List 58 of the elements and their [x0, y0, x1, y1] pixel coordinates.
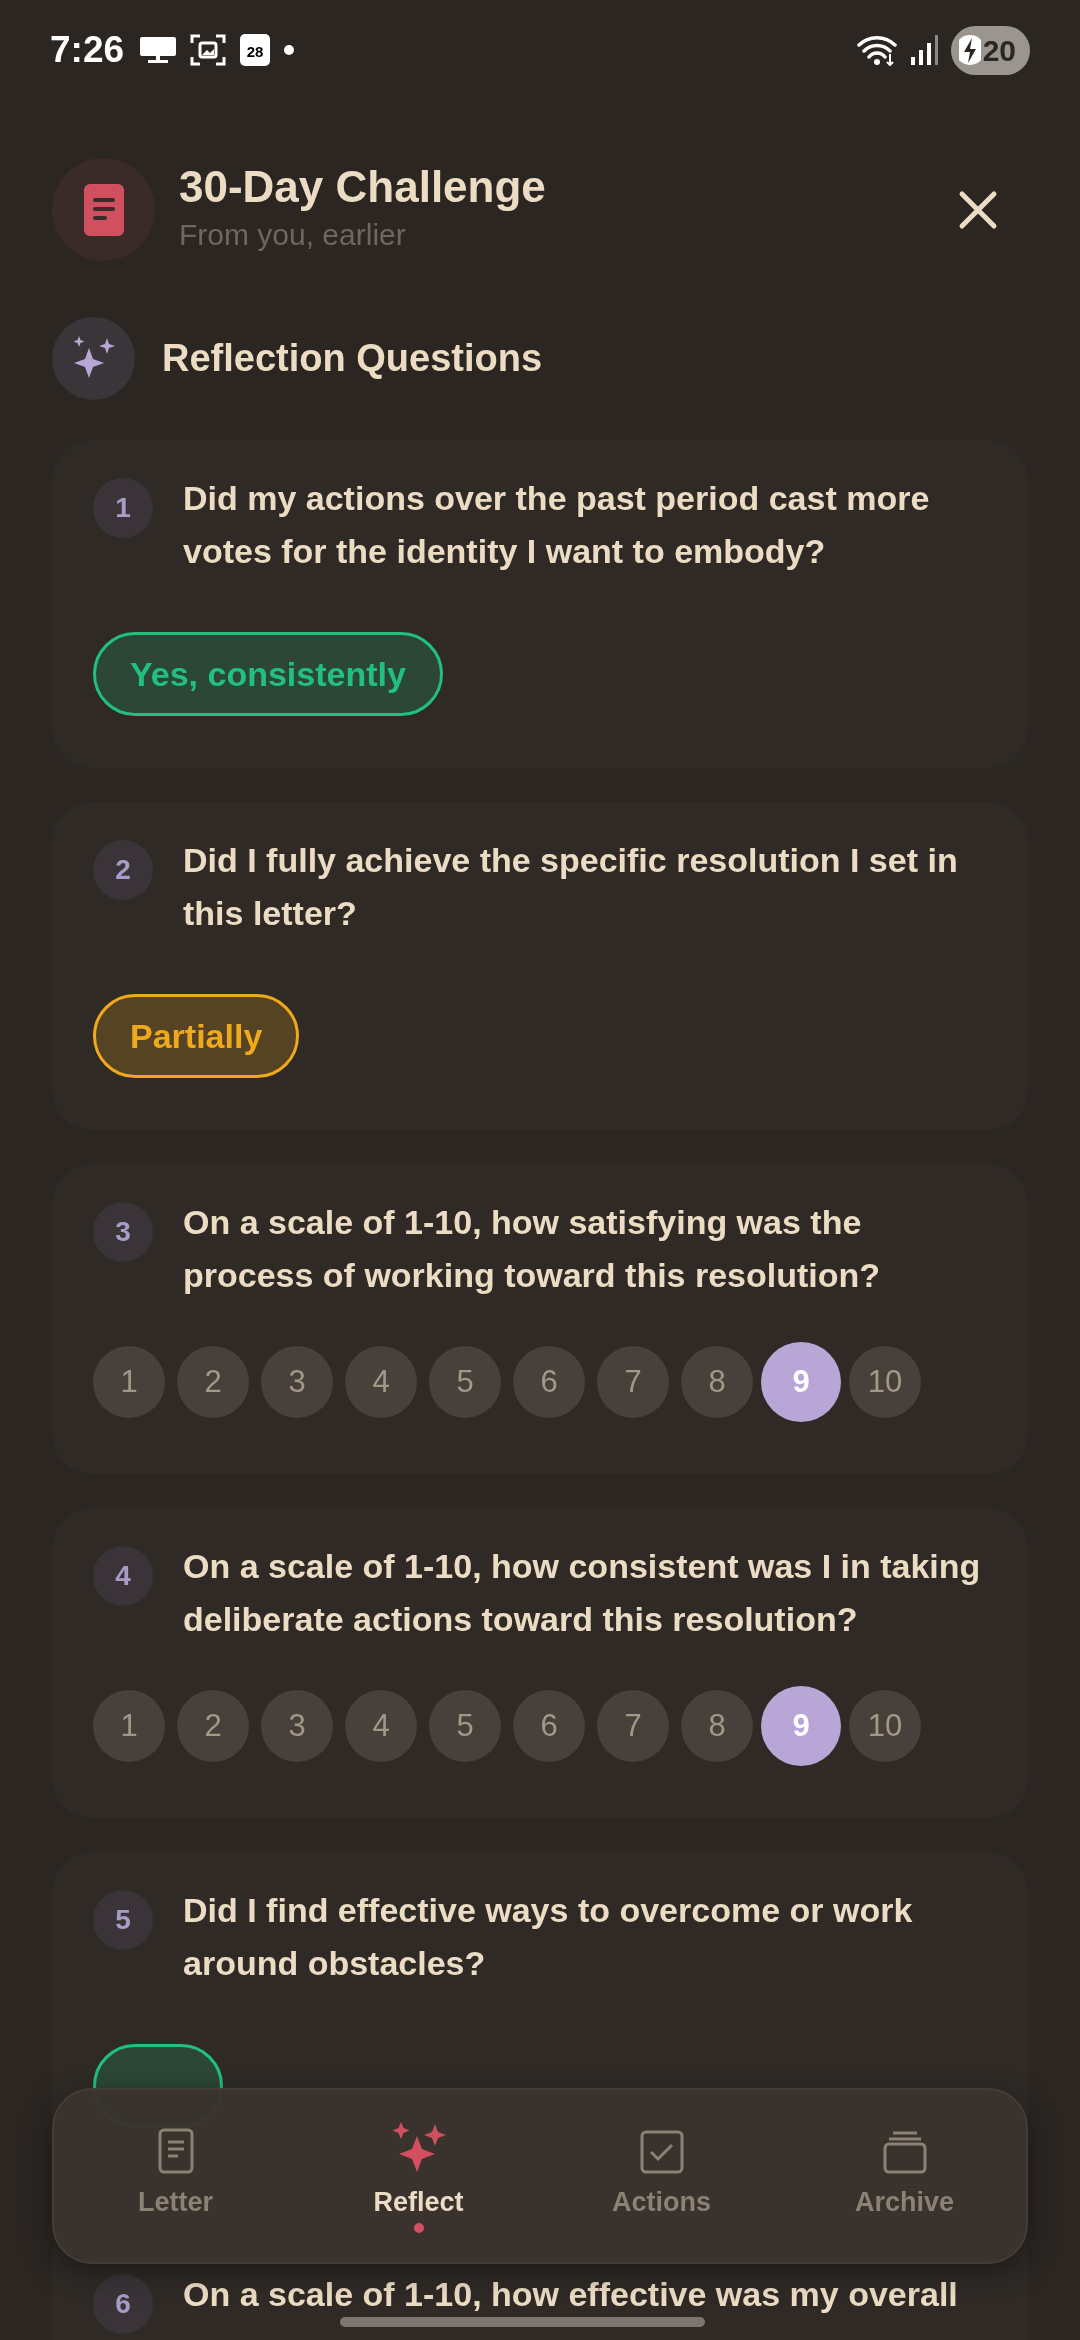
- screenshot-icon: [190, 33, 227, 67]
- question-number: 1: [93, 478, 153, 538]
- rating-option[interactable]: 7: [597, 1690, 669, 1762]
- nav-tab[interactable]: Actions: [540, 2090, 783, 2262]
- wifi-icon: [856, 34, 899, 66]
- section-title: Reflection Questions: [162, 336, 543, 381]
- signal-icon: [910, 35, 939, 65]
- rating-option[interactable]: 1: [93, 1346, 165, 1418]
- monitor-icon: [140, 35, 177, 65]
- question-number: 4: [93, 1546, 153, 1606]
- calendar-icon: 28: [240, 34, 271, 66]
- document-icon: [157, 2128, 194, 2174]
- answer-chip[interactable]: Partially: [93, 994, 300, 1078]
- question-number: 6: [93, 2274, 153, 2334]
- checkbox-icon: [639, 2130, 684, 2174]
- question-text: On a scale of 1-10, how consistent was I in taking deliberate actions toward this resolution?: [183, 1546, 982, 1640]
- rating-option[interactable]: 2: [177, 1690, 249, 1762]
- rating-option[interactable]: 2: [177, 1346, 249, 1418]
- active-dot-icon: [413, 2222, 424, 2233]
- document-icon: [83, 183, 124, 236]
- rating-option[interactable]: 3: [261, 1346, 333, 1418]
- question-text: On a scale of 1-10, how satisfying was the process of working toward this resolution?: [183, 1202, 882, 1296]
- rating-option[interactable]: 6: [513, 1346, 585, 1418]
- rating-option[interactable]: 10: [849, 1346, 921, 1418]
- stack-icon: [882, 2130, 927, 2174]
- question-text: On a scale of 1-10, how effective was my overall: [183, 2274, 958, 2315]
- question-number: 3: [93, 1202, 153, 1262]
- rating-option[interactable]: 4: [345, 1690, 417, 1762]
- question-text: Did my actions over the past period cast more votes for the identity I want to embody?: [183, 478, 931, 572]
- nav-tab[interactable]: Letter: [54, 2090, 297, 2262]
- rating-option[interactable]: 4: [345, 1346, 417, 1418]
- letter-subtitle: From you, earlier: [179, 217, 407, 254]
- nav-tab[interactable]: Reflect: [297, 2090, 540, 2262]
- question-text: Did I find effective ways to overcome or work around obstacles?: [183, 1890, 914, 1984]
- close-icon: [958, 189, 998, 230]
- rating-option[interactable]: 5: [429, 1346, 501, 1418]
- nav-tab[interactable]: Archive: [783, 2090, 1026, 2262]
- bolt-icon: [958, 35, 981, 65]
- rating-option[interactable]: 9: [761, 1342, 841, 1422]
- rating-option[interactable]: 9: [761, 1686, 841, 1766]
- question-text: Did I fully achieve the specific resolution I set in this letter?: [183, 840, 959, 934]
- rating-option[interactable]: 6: [513, 1690, 585, 1762]
- notification-dot-icon: [284, 45, 295, 55]
- question-number: 2: [93, 840, 153, 900]
- clock: 7:26: [50, 28, 125, 73]
- rating-option[interactable]: 8: [681, 1690, 753, 1762]
- rating-option[interactable]: 3: [261, 1690, 333, 1762]
- rating-option[interactable]: 8: [681, 1346, 753, 1418]
- answer-chip[interactable]: Yes, consistently: [93, 632, 443, 716]
- rating-option[interactable]: 7: [597, 1346, 669, 1418]
- rating-option[interactable]: 10: [849, 1690, 921, 1762]
- rating-option[interactable]: 1: [93, 1690, 165, 1762]
- battery-level: 20: [982, 32, 1016, 69]
- letter-title: 30-Day Challenge: [179, 161, 547, 213]
- rating-option[interactable]: 5: [429, 1690, 501, 1762]
- sparkle-icon: [390, 2122, 447, 2174]
- close-button[interactable]: [958, 189, 998, 230]
- question-number: 5: [93, 1890, 153, 1950]
